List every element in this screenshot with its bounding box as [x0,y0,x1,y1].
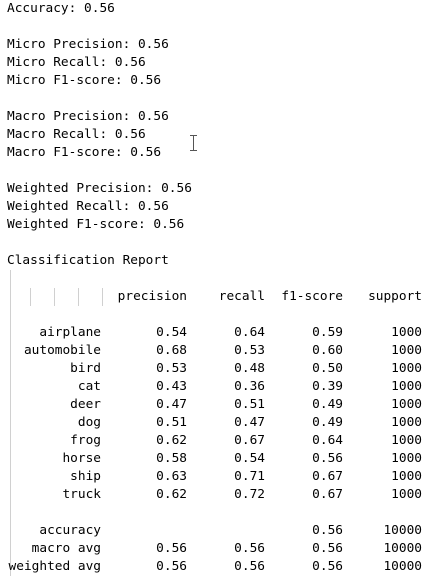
row-precision-value: 0.56 [156,559,187,574]
macro-precision-line: Macro Precision: 0.56 [7,109,169,124]
accuracy-line: Accuracy: 0.56 [7,1,115,16]
row-recall-value: 0.72 [234,487,265,502]
row-precision-value: 0.54 [156,325,187,340]
row-precision-value: 0.63 [156,469,187,484]
row-support-value: 1000 [391,451,422,466]
header-recall: recall [218,289,265,304]
row-f1-value: 0.56 [312,559,343,574]
row-recall-value: 0.64 [234,325,265,340]
row-label: airplane [39,325,101,340]
header-precision: precision [117,289,187,304]
row-label: weighted avg [8,559,101,574]
micro-recall-line: Micro Recall: 0.56 [7,55,146,70]
row-label: accuracy [39,523,101,538]
row-label: macro avg [31,541,101,556]
row-precision-value: 0.62 [156,487,187,502]
row-recall-value: 0.53 [234,343,265,358]
row-precision-value: 0.43 [156,379,187,394]
row-f1-value: 0.56 [312,541,343,556]
row-f1-value: 0.67 [312,487,343,502]
row-precision-value: 0.62 [156,433,187,448]
row-support-value: 1000 [391,487,422,502]
row-label: bird [70,361,101,376]
row-label: horse [62,451,101,466]
row-f1-value: 0.50 [312,361,343,376]
row-precision-value: 0.68 [156,343,187,358]
row-f1-value: 0.49 [312,415,343,430]
row-support-value: 1000 [391,433,422,448]
row-support-value: 1000 [391,379,422,394]
row-label: deer [70,397,101,412]
row-recall-value: 0.67 [234,433,265,448]
row-recall-value: 0.48 [234,361,265,376]
row-support-value: 10000 [383,541,422,556]
row-recall-value: 0.51 [234,397,265,412]
row-label: dog [77,415,101,430]
weighted-precision-line: Weighted Precision: 0.56 [7,181,192,196]
row-recall-value: 0.56 [234,559,265,574]
row-support-value: 1000 [391,397,422,412]
row-precision-value: 0.58 [156,451,187,466]
row-recall-value: 0.56 [234,541,265,556]
row-support-value: 10000 [383,523,422,538]
text-cursor-icon [190,134,197,152]
indent-guide [54,288,55,306]
row-recall-value: 0.36 [234,379,265,394]
row-precision-value [100,522,187,540]
header-support: support [368,289,422,304]
row-precision-value: 0.47 [156,397,187,412]
macro-f1-line: Macro F1-score: 0.56 [7,145,162,160]
micro-precision-line: Micro Precision: 0.56 [7,37,169,52]
row-f1-value: 0.64 [312,433,343,448]
row-support-value: 1000 [391,343,422,358]
weighted-f1-line: Weighted F1-score: 0.56 [7,217,185,232]
row-label: ship [70,469,101,484]
row-f1-value: 0.56 [312,523,343,538]
micro-f1-line: Micro F1-score: 0.56 [7,73,162,88]
row-f1-value: 0.56 [312,451,343,466]
row-recall-value: 0.47 [234,415,265,430]
row-support-value: 1000 [391,361,422,376]
row-precision-value: 0.51 [156,415,187,430]
row-recall-value: 0.71 [234,469,265,484]
row-label: cat [77,379,101,394]
row-f1-value: 0.60 [312,343,343,358]
header-f1-score: f1-score [281,289,343,304]
row-support-value: 1000 [391,415,422,430]
row-label: automobile [23,343,101,358]
macro-recall-line: Macro Recall: 0.56 [7,127,146,142]
indent-guide [30,288,31,306]
weighted-recall-line: Weighted Recall: 0.56 [7,199,169,214]
row-f1-value: 0.49 [312,397,343,412]
row-recall-value [200,522,265,540]
row-recall-value: 0.54 [234,451,265,466]
row-precision-value: 0.56 [156,541,187,556]
indent-guide [78,288,79,306]
row-support-value: 1000 [391,325,422,340]
row-support-value: 10000 [383,559,422,574]
row-precision-value: 0.53 [156,361,187,376]
row-support-value: 1000 [391,469,422,484]
row-f1-value: 0.67 [312,469,343,484]
row-label: truck [62,487,101,502]
row-f1-value: 0.59 [312,325,343,340]
row-f1-value: 0.39 [312,379,343,394]
report-title: Classification Report [7,253,169,268]
row-label: frog [70,433,101,448]
